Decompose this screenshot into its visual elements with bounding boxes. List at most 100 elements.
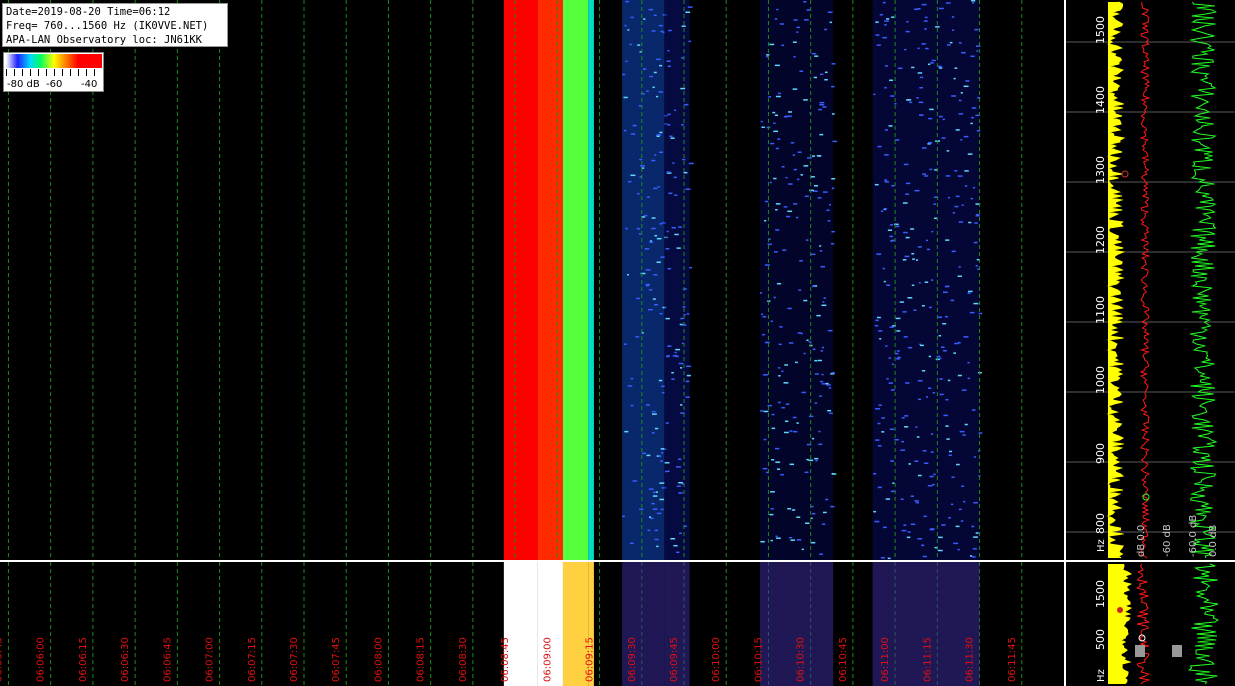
noise-speck [901, 440, 904, 443]
noise-speck [972, 548, 977, 550]
noise-speck [905, 182, 911, 185]
noise-speck [815, 459, 818, 462]
noise-speck [625, 60, 628, 63]
noise-speck [951, 476, 955, 479]
noise-speck [623, 96, 628, 99]
noise-speck [822, 511, 827, 514]
noise-speck [819, 101, 825, 104]
noise-speck [917, 398, 922, 401]
noise-speck [813, 185, 819, 187]
noise-speck [967, 361, 970, 364]
noise-speck [814, 402, 818, 404]
noise-speck [676, 466, 681, 468]
noise-speck [781, 406, 785, 409]
noise-speck [891, 184, 895, 187]
noise-speck [665, 355, 670, 358]
noise-speck [896, 358, 900, 360]
noise-speck [927, 387, 932, 389]
noise-speck [820, 73, 824, 76]
noise-speck [938, 357, 942, 360]
noise-speck [973, 536, 979, 538]
noise-speck [913, 309, 917, 311]
noise-speck [877, 445, 882, 447]
noise-speck [915, 501, 920, 504]
noise-speck [879, 338, 882, 340]
lower-tick-label-1: 1500 [1094, 580, 1107, 608]
noise-speck [822, 191, 828, 193]
noise-speck [775, 147, 779, 150]
noise-speck [903, 231, 908, 234]
noise-speck [669, 135, 673, 138]
noise-speck [651, 432, 655, 434]
noise-speck [829, 412, 833, 415]
noise-speck [769, 513, 774, 516]
noise-speck [773, 122, 776, 125]
noise-speck [938, 316, 943, 318]
noise-speck [637, 192, 640, 195]
noise-speck [876, 316, 881, 319]
lower-tick-label-0: 500 [1094, 629, 1107, 650]
noise-speck [778, 375, 781, 377]
noise-speck [658, 24, 664, 27]
noise-speck [894, 102, 897, 105]
noise-speck [886, 378, 889, 380]
noise-speck [814, 373, 819, 375]
noise-speck [785, 215, 791, 218]
noise-speck [686, 365, 692, 368]
noise-speck [770, 491, 775, 493]
noise-speck [671, 226, 676, 229]
noise-speck [937, 549, 943, 552]
panel-separator [0, 560, 1235, 562]
noise-speck [954, 205, 959, 208]
noise-speck [652, 495, 658, 497]
time-tick-label-22: 06:11:15 [922, 637, 933, 682]
noise-speck [945, 425, 949, 427]
noise-speck [803, 99, 808, 101]
noise-speck [818, 430, 821, 433]
noise-speck [805, 239, 809, 241]
noise-speck [919, 344, 924, 347]
noise-speck [790, 539, 795, 541]
noise-speck [962, 434, 966, 436]
noise-speck [665, 422, 669, 424]
noise-speck [659, 131, 663, 134]
noise-speck [933, 203, 937, 205]
noise-speck [933, 473, 936, 476]
noise-speck [680, 367, 683, 369]
noise-speck [882, 526, 887, 529]
noise-speck [678, 362, 684, 365]
noise-speck [960, 139, 963, 141]
noise-speck [814, 55, 819, 57]
noise-speck [777, 367, 781, 369]
noise-speck [659, 482, 665, 484]
noise-speck [803, 165, 809, 167]
noise-speck [831, 472, 835, 475]
noise-speck [917, 47, 920, 50]
noise-speck [657, 186, 660, 188]
freq-tick-label-5: 1300 [1094, 156, 1107, 184]
freq-tick-label-0: 800 [1094, 513, 1107, 534]
noise-speck [791, 509, 796, 511]
noise-speck [775, 447, 780, 450]
noise-speck [763, 438, 767, 441]
noise-speck [964, 423, 968, 426]
freq-tick-label-1: 900 [1094, 443, 1107, 464]
noise-speck [796, 516, 801, 518]
noise-speck [761, 313, 764, 316]
noise-speck [969, 555, 973, 557]
time-tick-label-4: 06:06:45 [162, 637, 173, 682]
noise-speck [770, 142, 775, 145]
noise-speck [879, 13, 884, 16]
noise-speck [827, 220, 831, 222]
noise-speck [661, 452, 664, 454]
noise-speck [688, 40, 692, 43]
noise-speck [653, 71, 657, 74]
noise-speck [970, 122, 973, 125]
noise-speck [958, 221, 964, 223]
noise-speck [678, 458, 682, 461]
noise-speck [653, 274, 658, 276]
noise-speck [683, 171, 688, 174]
noise-speck [652, 86, 655, 89]
noise-speck [674, 233, 679, 236]
noise-speck [808, 341, 812, 343]
